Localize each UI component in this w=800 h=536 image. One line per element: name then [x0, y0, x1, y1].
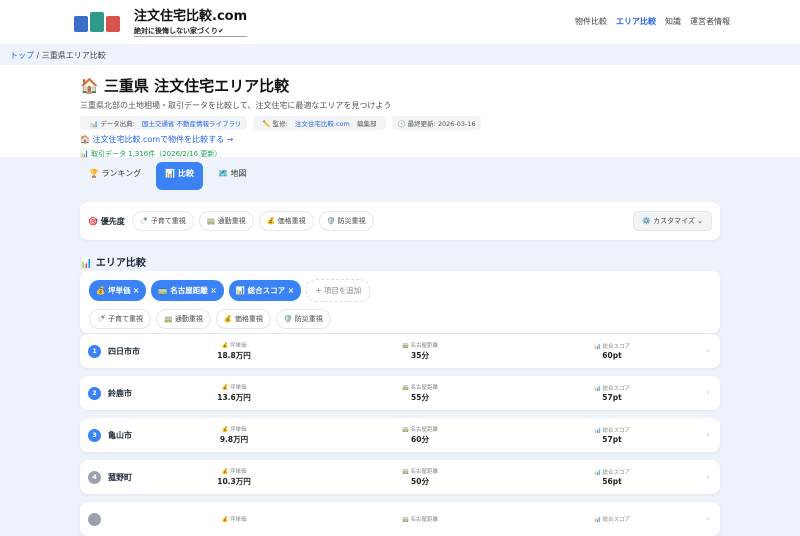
- distance-label: 🚃 名古屋距離: [401, 516, 439, 523]
- rank-badge: 4: [88, 470, 101, 484]
- tab-compare[interactable]: 📊 比較: [156, 162, 204, 190]
- area-row[interactable]: 3 亀山市 💰 坪単価 9.8万円 🚃 名古屋距離 60分 📊 総合スコア 57pt …: [80, 418, 720, 452]
- tab-ranking[interactable]: 🏆 ランキング: [80, 162, 150, 190]
- score-value: 60pt: [602, 351, 622, 360]
- page-description: 三重県北部の土地相場・取引データを比較して、注文住宅に最適なエリアを見つけよう: [80, 101, 392, 110]
- distance-label: 🚃 名古屋距離: [401, 427, 439, 433]
- breadcrumb-sep: /: [36, 51, 40, 60]
- preset-childcare[interactable]: 🍼 子育て重視: [89, 309, 151, 329]
- distance-label: 🚃 名古屋距離: [401, 343, 439, 349]
- logo-houses-icon: [70, 4, 130, 38]
- area-row[interactable]: 1 四日市市 💰 坪単価 18.8万円 🚃 名古屋距離 35分 📊 総合スコア 60p…: [80, 334, 720, 368]
- score-value: 57pt: [602, 393, 622, 402]
- supervisor-badge: ✏️ 監修: 注文住宅比較.com 編集部: [252, 116, 387, 130]
- tab-map[interactable]: 🗺️ 地図: [209, 162, 256, 190]
- breadcrumb: トップ / 三重県エリア比較: [0, 44, 800, 65]
- chevron-right-icon: ›: [706, 430, 710, 440]
- nav-area-compare[interactable]: エリア比較: [616, 16, 656, 27]
- distance-label: 🚃 名古屋距離: [401, 469, 439, 475]
- price-value: 10.3万円: [217, 477, 251, 486]
- distance-value: 55分: [411, 393, 429, 402]
- area-row[interactable]: 4 菰野町 💰 坪単価 10.3万円 🚃 名古屋距離 50分 📊 総合スコア 56pt…: [80, 460, 720, 494]
- area-list: 1 四日市市 💰 坪単価 18.8万円 🚃 名古屋距離 35分 📊 総合スコア 60p…: [0, 334, 800, 536]
- score-label: 📊 総合スコア: [593, 386, 631, 392]
- distance-label: 🚃 名古屋距離: [401, 385, 439, 391]
- price-label: 💰 坪単価: [221, 343, 247, 349]
- site-logo[interactable]: 注文住宅比較.com 絶対に後悔しない家づくり✔: [70, 4, 248, 38]
- score-label: 📊 総合スコア: [593, 344, 631, 350]
- area-compare-title: 📊 エリア比較: [80, 258, 146, 269]
- price-value: 18.8万円: [217, 351, 251, 360]
- score-label: 📊 総合スコア: [593, 516, 631, 523]
- breadcrumb-home[interactable]: トップ: [10, 51, 34, 60]
- logo-tagline: 絶対に後悔しない家づくり✔: [134, 26, 248, 37]
- priority-disaster[interactable]: 🛡️ 防災重視: [318, 211, 374, 231]
- area-row[interactable]: 💰 坪単価 🚃 名古屋距離 📊 総合スコア ›: [80, 502, 720, 536]
- preset-price[interactable]: 💰 価格重視: [215, 309, 271, 329]
- nav-operator[interactable]: 運営者情報: [690, 16, 730, 27]
- price-value: 9.8万円: [219, 435, 249, 444]
- main-nav: 物件比較 エリア比較 知識 運営者情報: [575, 16, 730, 27]
- data-source-link[interactable]: 国土交通省 不動産情報ライブラリ: [142, 120, 242, 128]
- breadcrumb-current: 三重県エリア比較: [41, 51, 106, 60]
- rank-badge: 3: [88, 428, 101, 442]
- page-title: 三重県 注文住宅エリア比較: [103, 77, 290, 95]
- distance-value: 35分: [411, 351, 429, 360]
- price-value: 13.6万円: [217, 393, 251, 402]
- hero: 🏠 三重県 注文住宅エリア比較 三重県北部の土地相場・取引データを比較して、注文…: [0, 65, 800, 158]
- chevron-right-icon: ›: [706, 514, 710, 524]
- compare-properties-link[interactable]: 🏠 注文住宅比較.comで物件を比較する →: [80, 134, 800, 145]
- add-item-button[interactable]: + 項目を追加: [306, 279, 371, 302]
- area-name: 菰野町: [108, 472, 132, 482]
- data-source-badge: 📊 データ出典: 国土交通省 不動産情報ライブラリ: [80, 116, 247, 130]
- selected-item-score[interactable]: 📊 総合スコア ×: [228, 280, 302, 301]
- price-label: 💰 坪単価: [221, 385, 247, 391]
- selected-item-price[interactable]: 💰 坪単価 ×: [89, 280, 147, 301]
- preset-commute[interactable]: 🚃 通勤重視: [155, 309, 211, 329]
- price-label: 💰 坪単価: [221, 516, 247, 523]
- customize-dropdown[interactable]: ⚙️ カスタマイズ ⌄: [633, 211, 712, 231]
- price-label: 💰 坪単価: [221, 427, 247, 433]
- view-tabs: 🏆 ランキング 📊 比較 🗺️ 地図: [0, 157, 800, 190]
- area-name: 四日市市: [108, 346, 140, 356]
- rank-badge: 1: [88, 344, 101, 358]
- nav-property-compare[interactable]: 物件比較: [575, 16, 607, 27]
- chevron-right-icon: ›: [706, 346, 710, 356]
- price-label: 💰 坪単価: [221, 469, 247, 475]
- rank-badge: 2: [88, 386, 101, 400]
- compare-items-card: 💰 坪単価 × 🚃 名古屋距離 × 📊 総合スコア × + 項目を追加 🍼 子育…: [80, 271, 720, 333]
- priority-price[interactable]: 💰 価格重視: [258, 211, 314, 231]
- score-label: 📊 総合スコア: [593, 470, 631, 476]
- house-icon: 🏠: [80, 77, 99, 95]
- priority-childcare[interactable]: 🍼 子育て重視: [131, 211, 194, 231]
- rank-badge: [88, 512, 101, 526]
- score-value: 57pt: [602, 435, 622, 444]
- nav-knowledge[interactable]: 知識: [665, 16, 681, 27]
- score-label: 📊 総合スコア: [593, 428, 631, 434]
- supervisor-link[interactable]: 注文住宅比較.com: [295, 120, 350, 128]
- selected-item-distance[interactable]: 🚃 名古屋距離 ×: [151, 280, 224, 301]
- chevron-right-icon: ›: [706, 472, 710, 482]
- chevron-right-icon: ›: [706, 388, 710, 398]
- logo-title: 注文住宅比較.com: [134, 9, 248, 24]
- priority-label: 🎯 優先度: [88, 216, 125, 226]
- area-name: 亀山市: [108, 430, 132, 440]
- site-header: 注文住宅比較.com 絶対に後悔しない家づくり✔ 物件比較 エリア比較 知識 運…: [0, 0, 800, 44]
- last-updated-badge: 🕓 最終更新: 2026-03-16: [392, 116, 481, 130]
- preset-disaster[interactable]: 🛡️ 防災重視: [275, 309, 331, 329]
- area-name: 鈴鹿市: [108, 388, 132, 398]
- priority-commute[interactable]: 🚃 通勤重視: [198, 211, 254, 231]
- distance-value: 60分: [411, 435, 429, 444]
- priority-card: 🎯 優先度 🍼 子育て重視 🚃 通勤重視 💰 価格重視 🛡️ 防災重視 ⚙️ カ…: [80, 202, 720, 240]
- score-value: 56pt: [602, 477, 622, 486]
- area-row[interactable]: 2 鈴鹿市 💰 坪単価 13.6万円 🚃 名古屋距離 55分 📊 総合スコア 57pt…: [80, 376, 720, 410]
- distance-value: 50分: [411, 477, 429, 486]
